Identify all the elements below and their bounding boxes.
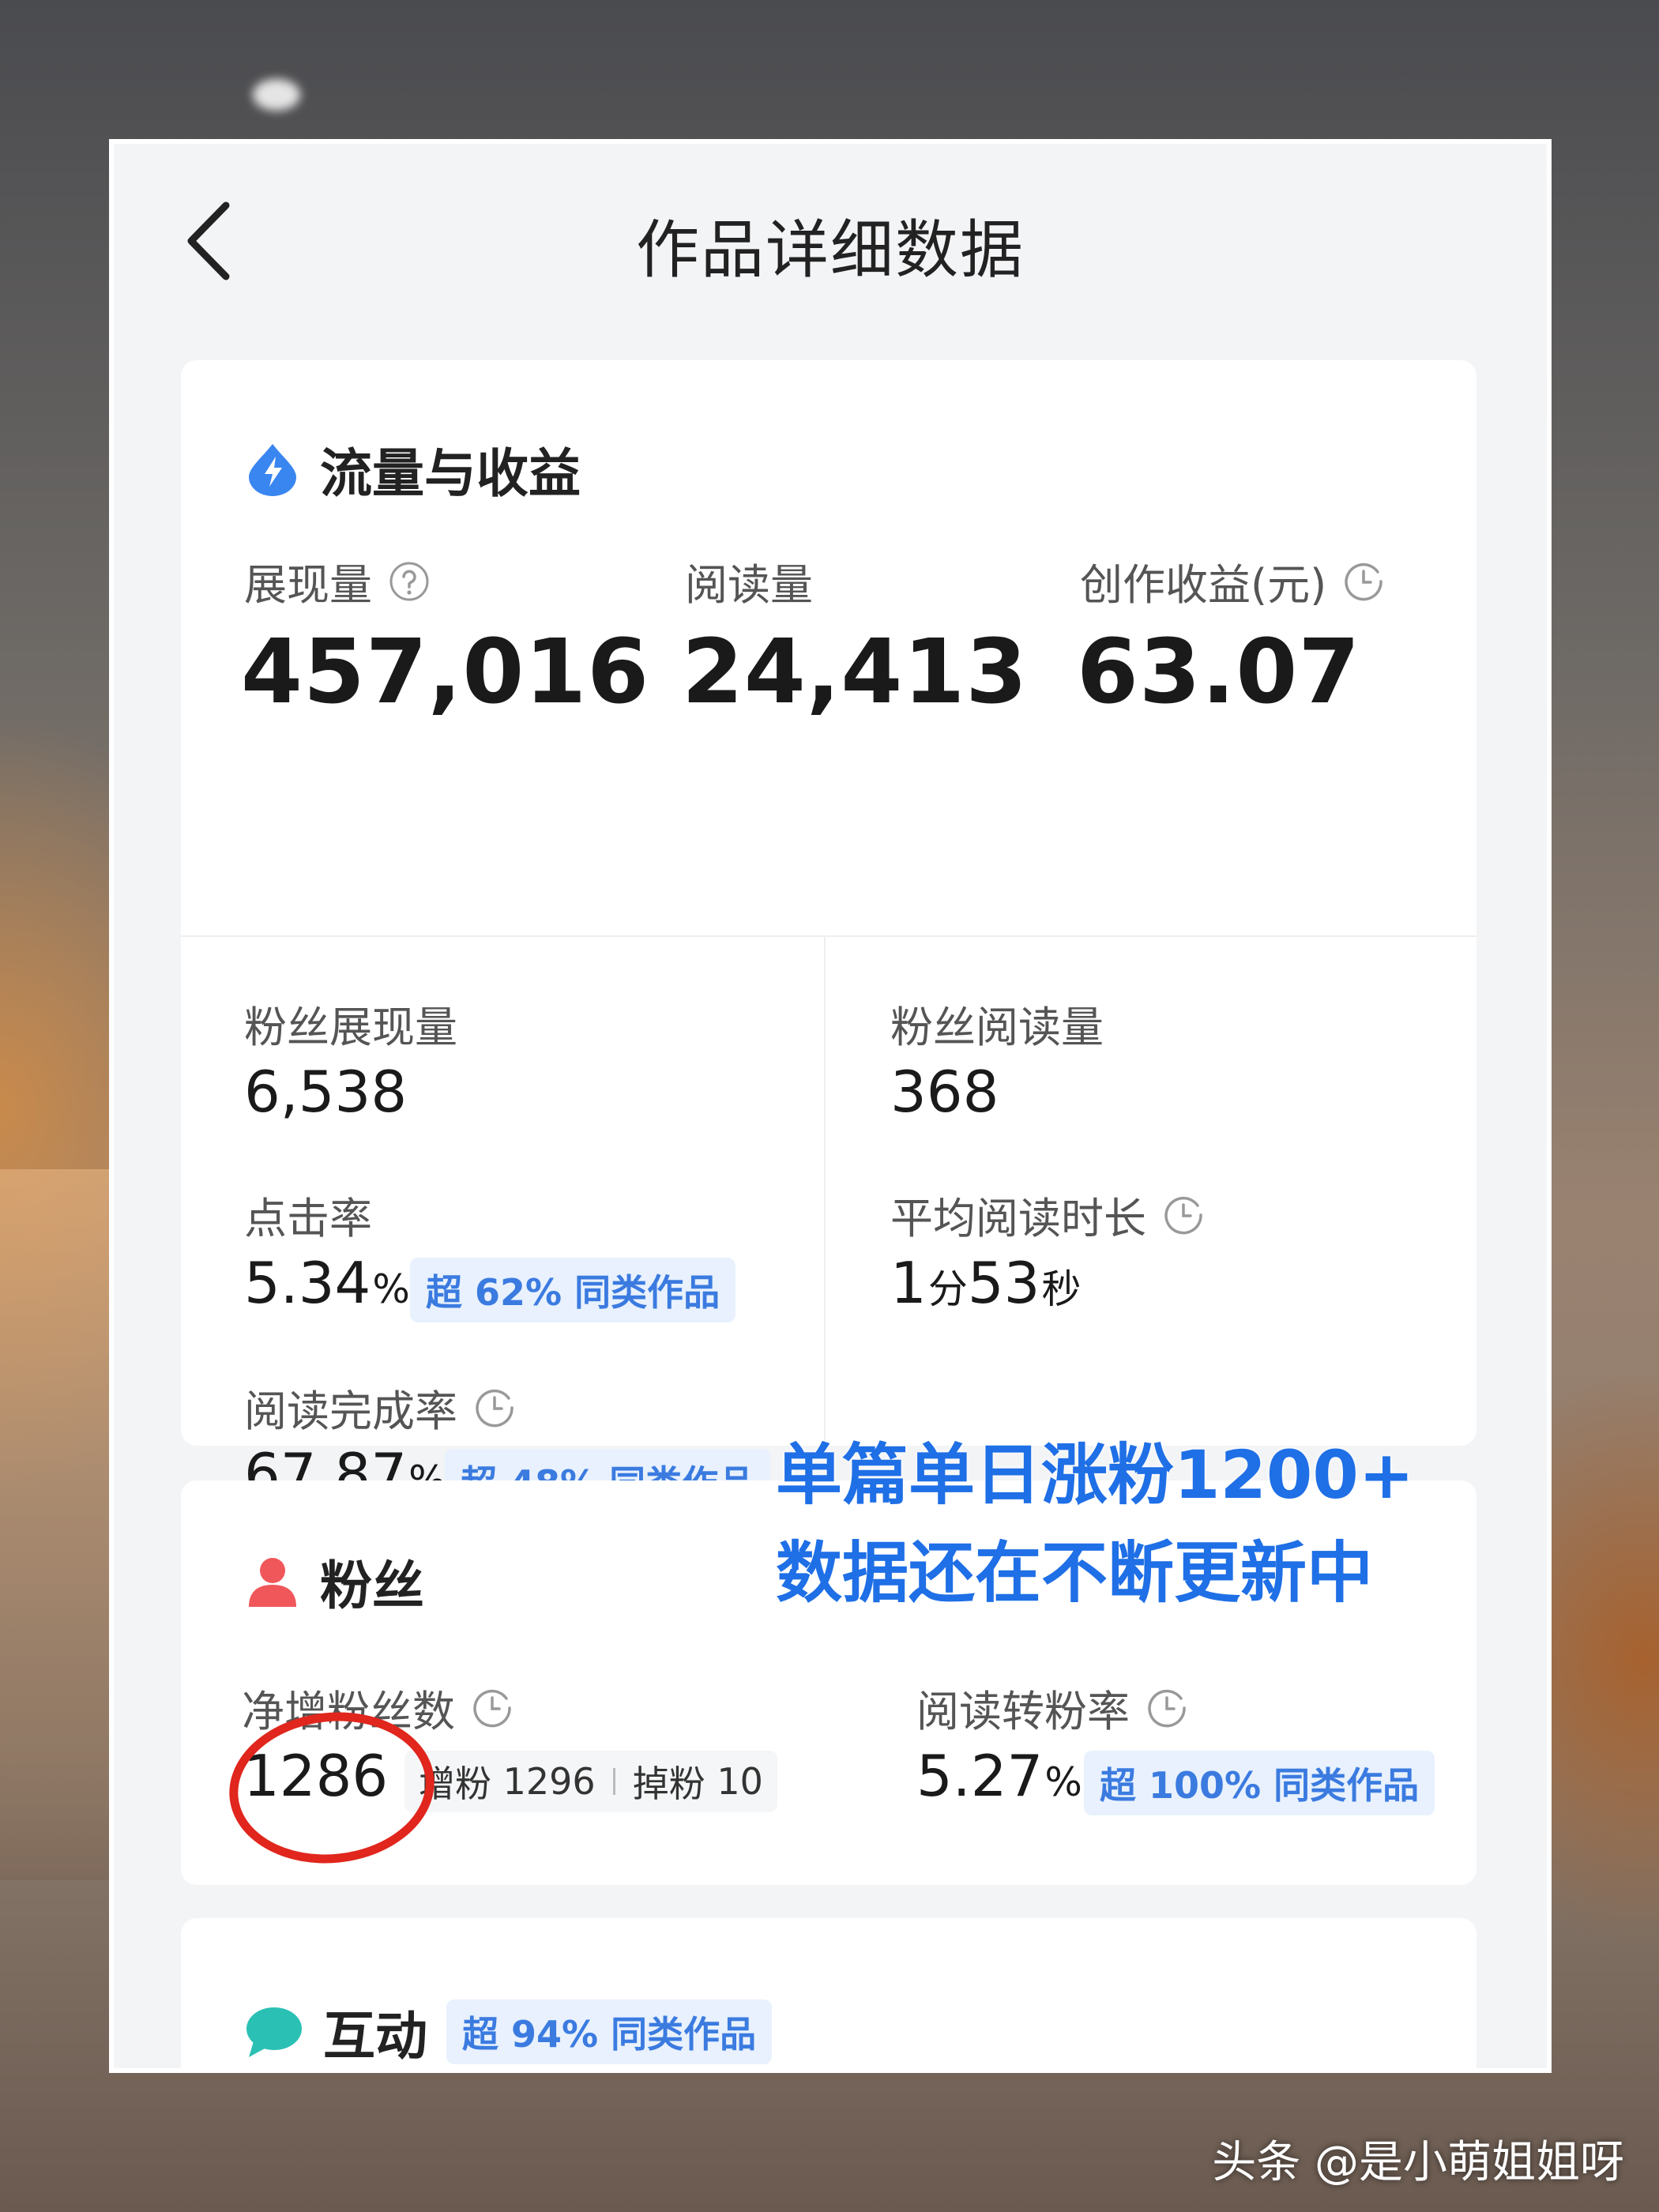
reads-value: 24,413: [682, 621, 1029, 724]
fan-impressions-value: 6,538: [244, 1059, 408, 1125]
ctr-unit: %: [372, 1266, 410, 1312]
income-label: 创作收益(元): [1080, 550, 1385, 612]
reads-label: 阅读量: [685, 560, 813, 610]
clock-icon[interactable]: [1146, 1687, 1188, 1729]
fan-reads-value: 368: [890, 1059, 999, 1125]
divider-vertical: [824, 937, 826, 1446]
ctr-number: 5.34: [244, 1250, 371, 1316]
divider-horizontal: [181, 935, 1477, 937]
clock-icon[interactable]: [473, 1386, 516, 1429]
breakdown-separator: [612, 1768, 615, 1795]
traffic-income-card: 流量与收益 展现量 457,016 阅读量 24,413 创作收益(元) 63.…: [181, 360, 1477, 1514]
gain-value: 1296: [502, 1760, 596, 1803]
completion-label-text: 阅读完成率: [244, 1386, 457, 1436]
badge-percent: 62%: [475, 1271, 562, 1314]
person-icon: [249, 1558, 296, 1607]
impressions-label: 展现量: [244, 550, 431, 612]
conversion-number: 5.27: [916, 1743, 1044, 1809]
badge-prefix: 超: [462, 2013, 498, 2056]
question-icon[interactable]: [388, 560, 431, 603]
ctr-label: 点击率: [244, 1194, 372, 1243]
badge-prefix: 超: [1100, 1764, 1136, 1807]
badge-suffix: 同类作品: [1273, 1764, 1420, 1807]
badge-percent: 100%: [1149, 1764, 1262, 1807]
completion-label: 阅读完成率: [244, 1376, 516, 1439]
fan-reads-label: 粉丝阅读量: [890, 1003, 1104, 1052]
background-wall: [0, 1169, 111, 1880]
avg-time-second-unit: 秒: [1041, 1266, 1082, 1312]
avg-time-label: 平均阅读时长: [890, 1183, 1205, 1246]
avg-time-seconds: 53: [967, 1250, 1040, 1316]
ctr-value: 5.34%: [244, 1250, 410, 1316]
avg-time-value: 1 分 53 秒: [890, 1250, 1081, 1316]
income-value: 63.07: [1077, 621, 1361, 724]
traffic-section-header: 流量与收益: [244, 431, 581, 507]
avg-time-minute-unit: 分: [927, 1266, 968, 1312]
fans-section-header: 粉丝: [244, 1544, 424, 1620]
impressions-label-text: 展现量: [244, 560, 372, 610]
clock-icon[interactable]: [1162, 1194, 1205, 1236]
conversion-label: 阅读转粉率: [916, 1676, 1188, 1739]
badge-percent: 94%: [511, 2013, 599, 2056]
overlay-caption-line1: 单篇单日涨粉1200+: [776, 1436, 1415, 1514]
income-label-text: 创作收益(元): [1080, 560, 1327, 610]
badge-prefix: 超: [426, 1271, 462, 1314]
clock-icon[interactable]: [471, 1687, 514, 1729]
loss-value: 10: [717, 1760, 763, 1803]
loss-label: 掉粉: [632, 1762, 705, 1805]
interaction-section-header: 互动 超 94% 同类作品: [244, 1994, 773, 2068]
ceiling-light: [253, 79, 300, 111]
top-bar: 作品详细数据: [114, 144, 1547, 327]
traffic-section-title: 流量与收益: [320, 443, 581, 504]
conversion-badge: 超 100% 同类作品: [1084, 1751, 1435, 1815]
badge-suffix: 同类作品: [574, 1271, 720, 1314]
badge-suffix: 同类作品: [611, 2013, 757, 2056]
page-title: 作品详细数据: [636, 213, 1025, 287]
clock-icon[interactable]: [1342, 560, 1385, 603]
gain-loss-breakdown: 增粉 1296 掉粉 10: [404, 1751, 777, 1812]
ctr-badge: 超 62% 同类作品: [410, 1258, 736, 1322]
conversion-value: 5.27%: [916, 1743, 1082, 1809]
conversion-label-text: 阅读转粉率: [916, 1687, 1130, 1736]
interaction-card: 互动 超 94% 同类作品: [181, 1918, 1477, 2068]
impressions-value: 457,016: [241, 621, 650, 724]
overlay-caption-line2: 数据还在不断更新中: [776, 1534, 1374, 1612]
conversion-unit: %: [1044, 1759, 1082, 1805]
fan-impressions-label: 粉丝展现量: [244, 1003, 457, 1052]
chat-bubble-icon: [246, 2007, 302, 2057]
watermark: 头条 @是小萌姐姐呀: [1212, 2137, 1624, 2188]
interaction-section-title: 互动: [323, 2006, 427, 2067]
interaction-badge: 超 94% 同类作品: [446, 1999, 773, 2064]
fans-section-title: 粉丝: [320, 1556, 424, 1616]
lightning-drop-icon: [249, 444, 296, 496]
avg-time-minutes: 1: [890, 1250, 927, 1316]
avg-time-label-text: 平均阅读时长: [890, 1194, 1146, 1243]
